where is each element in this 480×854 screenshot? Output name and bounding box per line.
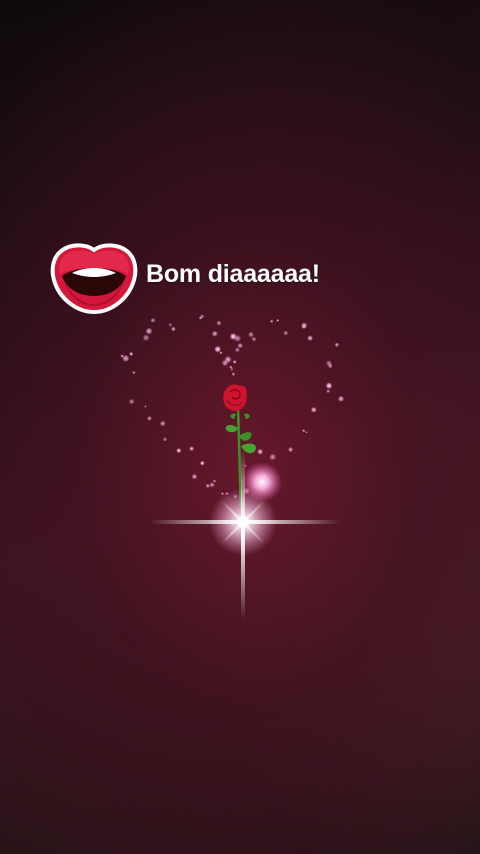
sparkle-dot: [248, 331, 254, 338]
background-scene: Bom diaaaaaa!: [0, 0, 480, 854]
sparkle-dot: [132, 370, 136, 375]
sparkle-dot: [205, 483, 211, 489]
sparkle-heart-art: [120, 314, 345, 620]
sparkle-dot: [145, 327, 153, 335]
sparkle-dot: [216, 320, 222, 326]
sparkle-dot: [269, 453, 277, 461]
sparkle-dot: [176, 448, 182, 454]
sparkle-dot: [211, 330, 218, 337]
sparkle-dot: [144, 405, 147, 408]
sparkle-dot: [199, 460, 205, 466]
sparkle-dot: [334, 342, 340, 348]
sparkle-dot: [189, 446, 195, 452]
sparkle-dot: [307, 335, 314, 342]
sparkle-dot: [219, 351, 223, 355]
sparkle-dot: [325, 382, 333, 390]
sparkle-dot: [146, 415, 152, 421]
sparkle-dot: [305, 431, 308, 434]
sparkle-dot: [301, 324, 306, 330]
sparkle-dot: [232, 360, 237, 364]
sparkle-dot: [326, 389, 331, 394]
sparkle-dot: [191, 473, 198, 480]
lips-icon: [50, 243, 138, 315]
sparkle-dot: [224, 355, 232, 364]
sparkle-dot: [159, 420, 166, 427]
sparkle-star: [150, 450, 340, 620]
sparkle-dot: [276, 319, 280, 322]
sparkle-dot: [162, 437, 168, 442]
sparkle-dot: [237, 342, 243, 349]
sparkle-dot: [302, 429, 306, 433]
sparkle-dot: [233, 334, 242, 343]
sparkle-dot: [120, 354, 124, 358]
sparkle-dot: [129, 351, 134, 356]
sparkle-dot: [251, 336, 257, 342]
sparkle-dot: [325, 360, 332, 367]
sparkle-dot: [150, 317, 156, 323]
sparkle-dot: [287, 446, 294, 453]
sparkle-dot: [231, 372, 236, 376]
sparkle-dot: [229, 365, 233, 369]
sparkle-dot: [257, 448, 264, 455]
sparkle-dot: [270, 319, 274, 323]
sparkle-dot: [310, 406, 317, 413]
sparkle-dot: [337, 395, 345, 402]
sparkle-dot: [212, 479, 217, 483]
sparkle-dot: [168, 322, 173, 327]
sparkle-dot: [142, 334, 150, 342]
greeting-sticker: Bom diaaaaaa!: [50, 240, 320, 316]
sparkle-dot: [198, 316, 202, 320]
greeting-text: Bom diaaaaaa!: [146, 259, 320, 288]
sparkle-dot: [171, 326, 176, 332]
sparkle-dot: [283, 330, 289, 336]
sparkle-dot: [209, 482, 215, 488]
sparkle-dot: [128, 398, 135, 405]
